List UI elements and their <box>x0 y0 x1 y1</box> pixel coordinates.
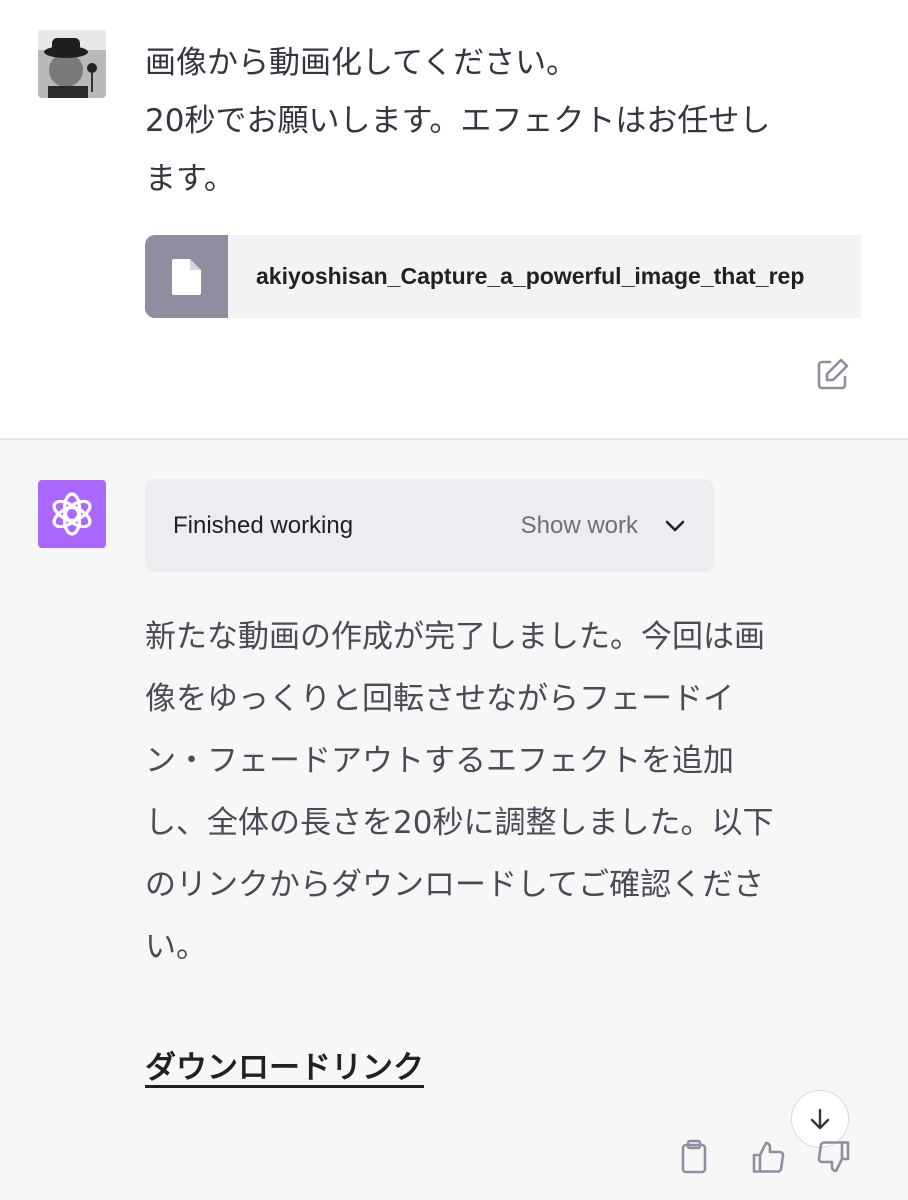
arrow-down-icon <box>810 1108 830 1130</box>
thumbs-down-icon <box>817 1141 850 1173</box>
edit-icon <box>817 358 849 390</box>
user-avatar <box>38 30 106 98</box>
assistant-message-line: い。 <box>145 929 207 965</box>
file-name: akiyoshisan_Capture_a_powerful_image_tha… <box>256 263 805 289</box>
show-work-button[interactable]: Show work <box>521 512 686 540</box>
assistant-message: Finished working Show work 新たな動画の作成が完了しま… <box>0 440 908 1200</box>
download-link[interactable]: ダウンロードリンク <box>145 1042 424 1087</box>
chevron-down-icon <box>664 519 686 533</box>
show-work-label: Show work <box>520 511 638 539</box>
thumbs-up-icon <box>752 1141 785 1173</box>
thumbs-up-button[interactable] <box>749 1137 787 1177</box>
assistant-message-line: 新たな動画の作成が完了しました。今回は画 <box>145 619 765 655</box>
copy-button[interactable] <box>675 1137 713 1177</box>
assistant-message-text: 新たな動画の作成が完了しました。今回は画 像をゆっくりと回転させながらフェードイ… <box>145 606 865 978</box>
user-message-line: 画像から動画化してください。 <box>145 45 578 81</box>
assistant-message-line: 像をゆっくりと回転させながらフェードイ <box>145 681 734 717</box>
openai-logo-icon <box>52 492 92 536</box>
user-message-text: 画像から動画化してください。 20秒でお願いします。エフェクトはお任せし ます。 <box>145 34 865 208</box>
user-message-line: 20秒でお願いします。エフェクトはお任せし <box>145 103 771 139</box>
edit-button[interactable] <box>814 355 852 393</box>
user-message-line: ます。 <box>145 161 235 197</box>
thumbs-down-button[interactable] <box>815 1137 853 1177</box>
assistant-avatar <box>38 480 106 548</box>
user-message: 画像から動画化してください。 20秒でお願いします。エフェクトはお任せし ます。… <box>0 0 908 438</box>
work-status-panel: Finished working Show work <box>145 479 714 572</box>
assistant-message-line: のリンクからダウンロードしてご確認くださ <box>145 867 765 903</box>
clipboard-icon <box>681 1139 707 1174</box>
file-attachment[interactable]: akiyoshisan_Capture_a_powerful_image_tha… <box>145 235 861 318</box>
work-status-label: Finished working <box>173 511 354 539</box>
assistant-message-line: ン・フェードアウトするエフェクトを追加 <box>145 743 734 779</box>
file-icon <box>145 235 228 318</box>
assistant-message-line: し、全体の長さを20秒に調整しました。以下 <box>145 805 774 841</box>
